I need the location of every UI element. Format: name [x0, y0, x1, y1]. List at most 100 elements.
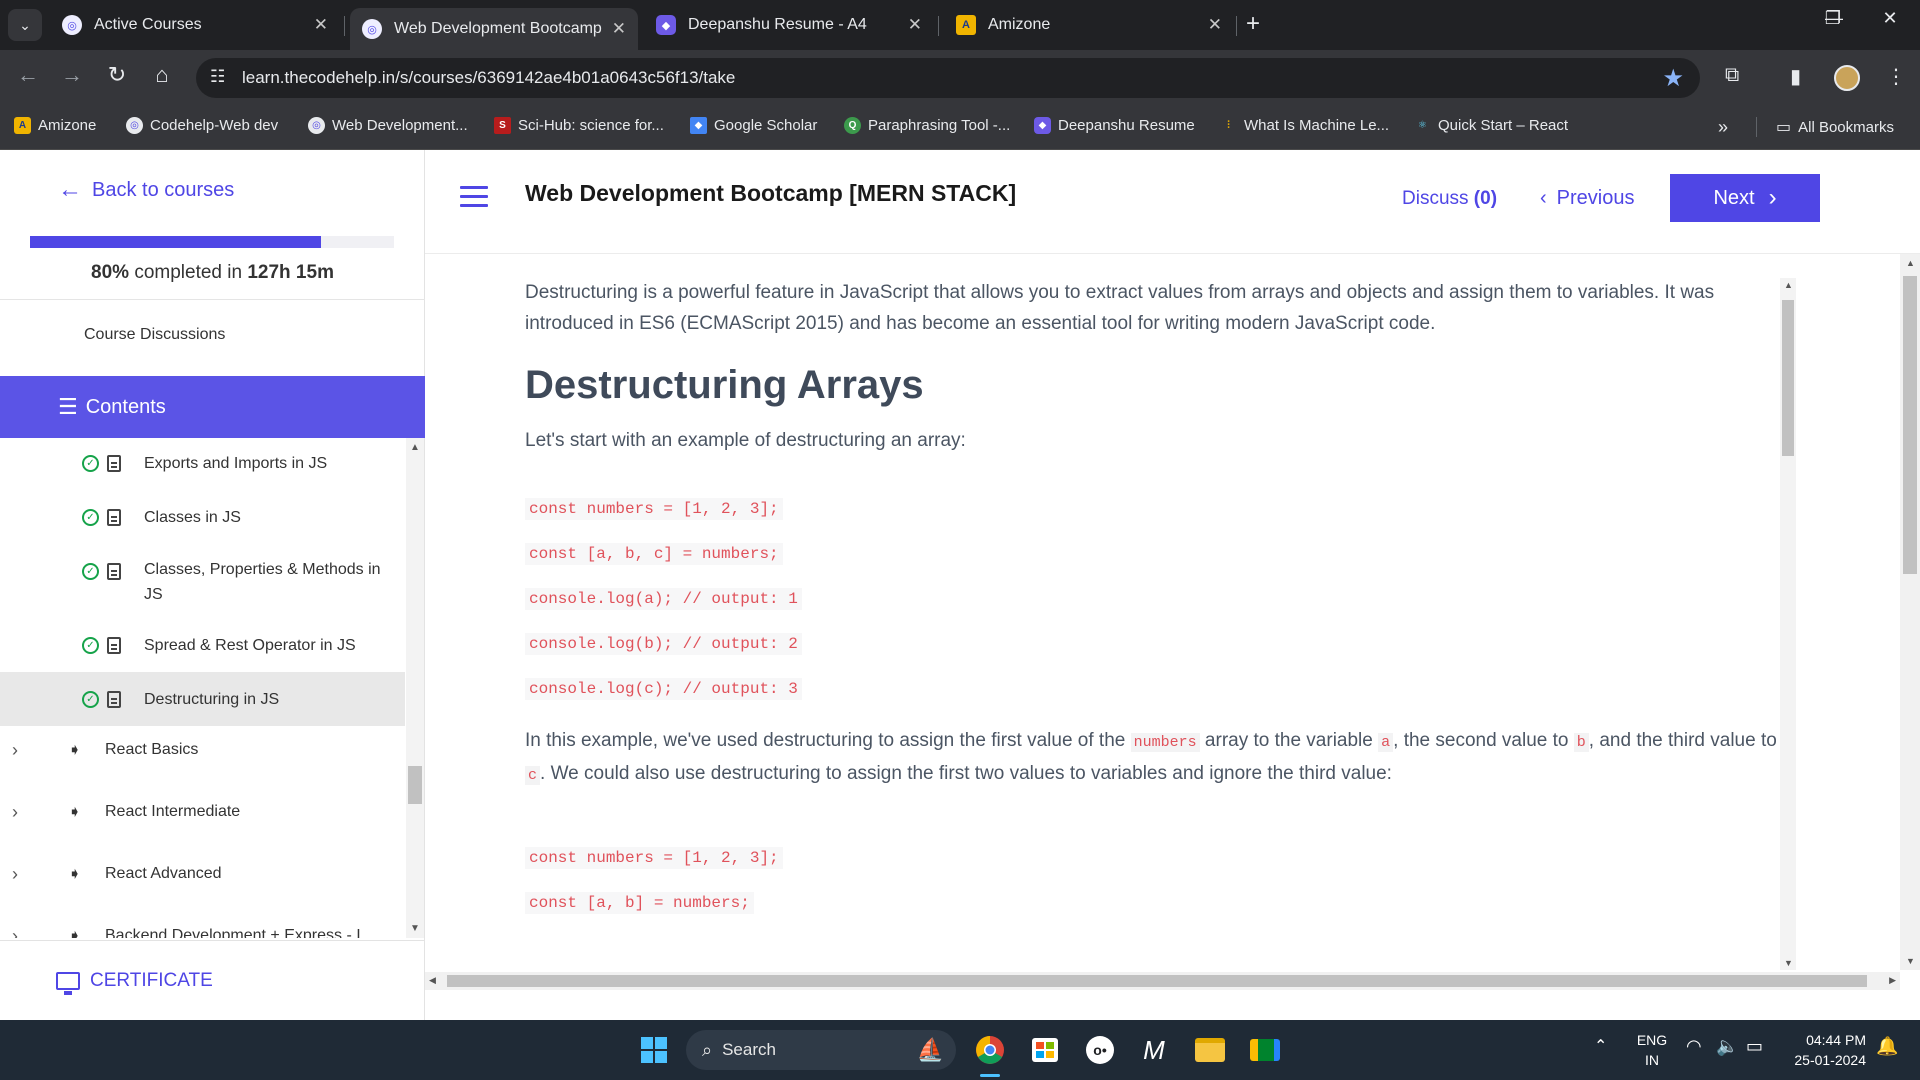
horizontal-scrollbar[interactable]: ◀ ▶ [425, 972, 1900, 990]
site-settings-icon[interactable]: ☷ [210, 67, 225, 87]
home-icon[interactable]: ⌂ [146, 62, 178, 88]
url-text[interactable]: learn.thecodehelp.in/s/courses/6369142ae… [242, 68, 735, 88]
lesson-item-current[interactable]: ✓ Destructuring in JS [0, 672, 405, 726]
m-app-icon[interactable]: M [1136, 1032, 1172, 1068]
page-scrollbar[interactable]: ▲ ▼ [1900, 254, 1920, 970]
document-icon [107, 509, 121, 526]
forward-arrow-icon[interactable]: → [56, 62, 88, 88]
extensions-puzzle-icon[interactable]: ⧉ [1725, 64, 1739, 87]
bookmark-item[interactable]: ◎ Codehelp-Web dev [126, 117, 278, 134]
chrome-app-icon[interactable] [972, 1032, 1008, 1068]
tab-search-chevron-icon[interactable]: ⌄ [8, 9, 42, 41]
course-progress-fill [30, 236, 322, 248]
close-icon[interactable]: ✕ [908, 15, 922, 35]
language-indicator[interactable]: ENG IN [1636, 1030, 1668, 1070]
lesson-item[interactable]: ✓ Classes, Properties & Methods in JS [0, 544, 405, 618]
microsoft-store-icon[interactable] [1027, 1032, 1063, 1068]
bookmark-star-icon[interactable]: ★ [1662, 64, 1684, 93]
scroll-right-arrow-icon[interactable]: ▶ [1889, 975, 1896, 986]
certificate-link[interactable]: CERTIFICATE [0, 940, 425, 1020]
file-explorer-icon[interactable] [1192, 1032, 1228, 1068]
bookmark-item[interactable]: A Amizone [14, 117, 96, 134]
scroll-down-arrow-icon[interactable]: ▼ [1906, 956, 1915, 966]
tab-active-courses[interactable]: ◎ Active Courses ✕ [50, 8, 340, 42]
text-run: array to the variable [1199, 730, 1379, 751]
volume-icon[interactable]: 🔈 [1716, 1036, 1738, 1057]
lesson-item[interactable]: ✓ Classes in JS [0, 490, 405, 544]
codehelp-favicon-icon: ◎ [362, 19, 382, 39]
discuss-button[interactable]: Discuss (0) [1402, 188, 1497, 210]
lesson-item[interactable]: ✓ Exports and Imports in JS [0, 438, 405, 490]
progress-time: 127h 15m [247, 262, 334, 283]
side-panel-icon[interactable]: ▮ [1790, 64, 1801, 89]
tab-amizone[interactable]: A Amizone ✕ [944, 8, 1234, 42]
dictation-app-icon[interactable]: o• [1082, 1032, 1118, 1068]
bookmark-item[interactable]: ◆ Google Scholar [690, 117, 817, 134]
taskbar-search-box[interactable]: ⌕ Search ⛵ [686, 1030, 956, 1070]
wifi-icon[interactable]: ◠ [1686, 1036, 1702, 1057]
certificate-monitor-icon [56, 971, 80, 995]
bookmark-item[interactable]: ◎ Web Development... [308, 117, 468, 134]
restore-icon[interactable]: ❐ [1813, 8, 1853, 29]
windows-start-icon[interactable] [636, 1032, 672, 1068]
lesson-content: Destructuring is a powerful feature in J… [425, 255, 1895, 955]
section-flag-icon: ➧ [68, 804, 82, 821]
hamburger-menu-icon[interactable] [460, 186, 488, 208]
scroll-left-arrow-icon[interactable]: ◀ [429, 975, 436, 986]
more-bookmarks-chevron-icon[interactable]: » [1718, 117, 1728, 138]
address-bar[interactable]: ☷ learn.thecodehelp.in/s/courses/6369142… [196, 58, 1700, 98]
tray-overflow-chevron-icon[interactable]: ⌃ [1594, 1036, 1607, 1056]
close-icon[interactable]: ✕ [612, 19, 626, 39]
progress-percent: 80% [91, 262, 130, 283]
back-to-courses-link[interactable]: ← Back to courses [58, 176, 234, 204]
close-icon[interactable]: ✕ [314, 15, 328, 35]
scroll-up-arrow-icon[interactable]: ▲ [410, 442, 420, 453]
explanation-paragraph: In this example, we've used destructurin… [525, 725, 1785, 791]
scrollbar-thumb[interactable] [1782, 300, 1794, 456]
next-button[interactable]: Next › [1670, 174, 1820, 222]
google-meet-icon[interactable] [1247, 1032, 1283, 1068]
scroll-up-arrow-icon[interactable]: ▲ [1784, 280, 1793, 290]
scroll-up-arrow-icon[interactable]: ▲ [1906, 258, 1915, 268]
section-item[interactable]: › ➧ Backend Development + Express - I [0, 918, 405, 938]
profile-avatar[interactable] [1834, 65, 1860, 91]
bookmark-item[interactable]: ◆ Deepanshu Resume [1034, 117, 1195, 134]
new-tab-plus-icon[interactable]: + [1246, 10, 1260, 38]
bookmark-item[interactable]: S Sci-Hub: science for... [494, 117, 664, 134]
sidebar-scrollbar[interactable]: ▲ ▼ [406, 438, 424, 938]
notification-bell-icon[interactable]: 🔔 [1876, 1036, 1898, 1057]
progress-mid-text: completed in [129, 262, 248, 283]
course-discussions-link[interactable]: Course Discussions [84, 326, 225, 344]
section-item[interactable]: › ➧ React Advanced [0, 856, 405, 896]
lead-paragraph: Let's start with an example of destructu… [525, 430, 966, 451]
close-window-icon[interactable]: ✕ [1870, 8, 1910, 29]
battery-icon[interactable]: ▭ [1746, 1036, 1763, 1057]
scrollbar-thumb[interactable] [408, 766, 422, 804]
section-item[interactable]: › ➧ React Intermediate [0, 794, 405, 834]
bookmark-item[interactable]: ⫶ What Is Machine Le... [1220, 117, 1389, 134]
tab-web-development-bootcamp[interactable]: ◎ Web Development Bootcamp [M ✕ [350, 8, 638, 50]
contents-header[interactable]: ☰ Contents [0, 376, 425, 438]
menu-kebab-icon[interactable]: ⋮ [1886, 64, 1906, 89]
all-bookmarks-item[interactable]: ▭ All Bookmarks [1776, 117, 1894, 137]
section-item[interactable]: › ➧ React Basics [0, 732, 405, 772]
content-scrollbar[interactable]: ▲ ▼ [1780, 278, 1796, 970]
scrollbar-thumb[interactable] [1903, 276, 1917, 574]
bookmark-label: Deepanshu Resume [1058, 117, 1195, 134]
scroll-down-arrow-icon[interactable]: ▼ [1784, 958, 1793, 968]
tab-deepanshu-resume[interactable]: ◆ Deepanshu Resume - A4 ✕ [644, 8, 934, 42]
lesson-title: Classes, Properties & Methods in JS [144, 561, 381, 603]
lesson-item[interactable]: ✓ Spread & Rest Operator in JS [0, 618, 405, 672]
course-progress-bar [30, 236, 394, 248]
scihub-icon: S [494, 117, 511, 134]
taskbar-clock[interactable]: 04:44 PM 25-01-2024 [1786, 1030, 1866, 1070]
bookmark-item[interactable]: ⚛ Quick Start – React [1414, 117, 1568, 134]
paraphrasing-tool-icon: Q [844, 117, 861, 134]
previous-button[interactable]: ‹ Previous [1540, 187, 1634, 210]
reload-icon[interactable]: ↻ [101, 62, 133, 88]
close-icon[interactable]: ✕ [1208, 15, 1222, 35]
scrollbar-thumb[interactable] [447, 975, 1867, 987]
bookmark-item[interactable]: Q Paraphrasing Tool -... [844, 117, 1010, 134]
back-arrow-icon[interactable]: ← [12, 62, 44, 88]
scroll-down-arrow-icon[interactable]: ▼ [410, 923, 420, 934]
